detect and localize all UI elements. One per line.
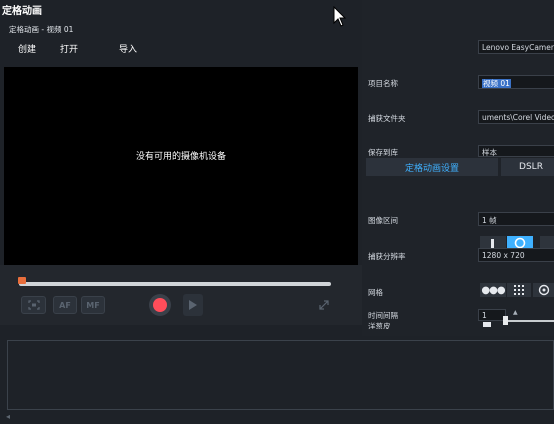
timeline-playhead[interactable] bbox=[18, 277, 26, 284]
save-to-library-select[interactable]: 样本 bbox=[478, 145, 554, 157]
focus-frame-icon bbox=[27, 300, 40, 310]
project-subtitle: 定格动画 - 视频 01 bbox=[9, 25, 74, 34]
record-button[interactable] bbox=[149, 294, 171, 316]
capture-resolution-label: 捕获分辨率 bbox=[368, 252, 406, 261]
dots-icon: ●●● bbox=[481, 284, 505, 296]
project-name-input[interactable]: 视频 01 bbox=[478, 75, 554, 89]
timeline-track[interactable] bbox=[19, 282, 331, 286]
target-circle-icon bbox=[538, 284, 549, 296]
grid-matrix-button[interactable] bbox=[507, 283, 531, 297]
play-button[interactable] bbox=[183, 294, 203, 316]
tab-stop-motion-settings[interactable]: 定格动画设置 bbox=[366, 158, 498, 176]
manual-focus-button[interactable]: MF bbox=[81, 296, 105, 314]
fullscreen-icon[interactable] bbox=[318, 299, 330, 311]
window-title: 定格动画 bbox=[2, 6, 42, 17]
tab-dslr[interactable]: DSLR bbox=[501, 158, 554, 176]
interval-stepper[interactable]: 1 bbox=[478, 309, 506, 321]
frame-strip-panel bbox=[7, 340, 554, 410]
grid-dots-button[interactable]: ●●● bbox=[480, 283, 506, 297]
project-name-label: 项目名称 bbox=[368, 79, 398, 88]
onion-skin-slider-track[interactable] bbox=[506, 320, 554, 322]
interval-label: 时间间隔 bbox=[368, 311, 398, 320]
grid-icon bbox=[514, 285, 524, 295]
capture-resolution-select[interactable]: 1280 x 720 bbox=[478, 248, 554, 262]
stepper-up-icon[interactable]: ▲ bbox=[513, 309, 518, 316]
menu-import[interactable]: 导入 bbox=[119, 42, 137, 55]
menu-create[interactable]: 创建 bbox=[18, 42, 36, 55]
capture-folder-input[interactable]: uments\Corel VideoStudio bbox=[478, 110, 554, 124]
onion-skin-marker bbox=[483, 322, 491, 327]
autofocus-button[interactable]: AF bbox=[53, 296, 77, 314]
no-camera-message: 没有可用的摄像机设备 bbox=[135, 152, 226, 162]
save-to-library-label: 保存到库 bbox=[368, 148, 398, 157]
image-duration-select[interactable]: 1 帧 bbox=[478, 212, 554, 226]
onion-skin-slider-knob[interactable] bbox=[503, 316, 508, 325]
grid-label: 网格 bbox=[368, 288, 383, 297]
capture-controls-panel bbox=[0, 265, 362, 325]
device-select[interactable]: Lenovo EasyCamera bbox=[478, 40, 554, 54]
camera-preview: 没有可用的摄像机设备 bbox=[4, 67, 358, 265]
play-icon bbox=[189, 300, 197, 310]
onion-skin-label: 洋葱皮 bbox=[368, 322, 391, 329]
menu-open[interactable]: 打开 bbox=[60, 42, 78, 55]
portrait-bar-icon bbox=[491, 238, 494, 248]
focus-frame-button[interactable] bbox=[21, 296, 46, 314]
record-icon bbox=[153, 298, 167, 312]
scroll-left-arrow-icon[interactable]: ◂ bbox=[6, 412, 10, 421]
mouse-cursor-icon bbox=[333, 6, 347, 27]
grid-circle-button[interactable] bbox=[533, 283, 554, 297]
capture-folder-label: 捕获文件夹 bbox=[368, 114, 406, 123]
image-duration-label: 图像区间 bbox=[368, 216, 398, 225]
